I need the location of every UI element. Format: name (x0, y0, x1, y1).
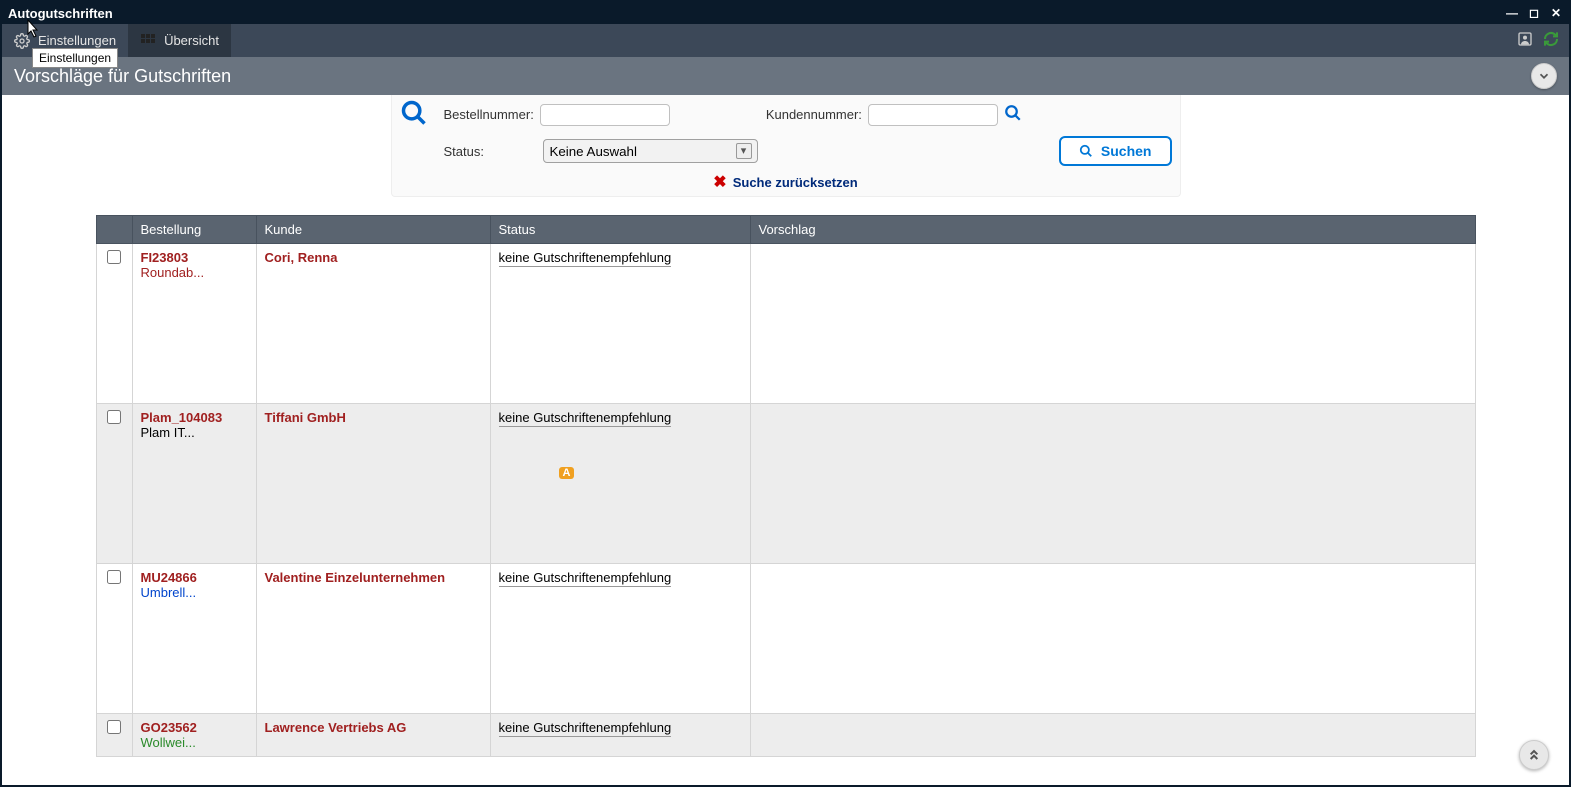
order-number-label: Bestellnummer: (444, 107, 534, 122)
order-number-input[interactable] (540, 104, 670, 126)
refresh-icon[interactable] (1543, 31, 1559, 50)
toolbar: Einstellungen Einstellungen Übersicht (2, 24, 1569, 57)
tab-settings-label: Einstellungen (38, 33, 116, 48)
results-table: Bestellung Kunde Status Vorschlag FI2380… (96, 215, 1476, 757)
proposal-cell (750, 564, 1475, 714)
customer-name[interactable]: Tiffani GmbH (265, 410, 346, 425)
tooltip-settings: Einstellungen (32, 48, 118, 68)
proposal-cell (750, 714, 1475, 757)
customer-number-label: Kundennummer: (766, 107, 862, 122)
order-id[interactable]: MU24866 (141, 570, 248, 585)
col-customer[interactable]: Kunde (256, 216, 490, 244)
page-subheader: Vorschläge für Gutschriften (2, 57, 1569, 95)
grid-icon (140, 33, 156, 49)
window-controls: — ◻ ✕ (1505, 6, 1563, 20)
status-badge: A (559, 467, 575, 479)
order-id[interactable]: Plam_104083 (141, 410, 248, 425)
order-id[interactable]: FI23803 (141, 250, 248, 265)
col-proposal[interactable]: Vorschlag (750, 216, 1475, 244)
row-checkbox[interactable] (107, 720, 121, 734)
gear-icon (14, 33, 30, 49)
reset-search-label: Suche zurücksetzen (733, 175, 858, 190)
minimize-button[interactable]: — (1505, 6, 1519, 20)
tab-overview[interactable]: Übersicht (128, 24, 231, 57)
status-text: keine Gutschriftenempfehlung (499, 250, 672, 267)
search-button-label: Suchen (1101, 143, 1152, 159)
customer-number-input[interactable] (868, 104, 998, 126)
user-icon[interactable] (1517, 31, 1533, 50)
window-title: Autogutschriften (8, 6, 113, 21)
row-checkbox[interactable] (107, 570, 121, 584)
customer-lookup-icon[interactable] (1004, 104, 1022, 125)
tab-overview-label: Übersicht (164, 33, 219, 48)
reset-search-link[interactable]: ✖ Suche zurücksetzen (400, 172, 1172, 192)
content-area: Bestellnummer: Kundennummer: Status: Kei… (2, 95, 1569, 785)
order-id[interactable]: GO23562 (141, 720, 248, 735)
title-bar: Autogutschriften — ◻ ✕ (2, 2, 1569, 24)
scroll-top-button[interactable] (1519, 740, 1549, 770)
order-subtext[interactable]: Wollwei... (141, 735, 248, 750)
search-button[interactable]: Suchen (1059, 136, 1172, 166)
col-order[interactable]: Bestellung (132, 216, 256, 244)
status-text: keine Gutschriftenempfehlung (499, 720, 672, 737)
customer-name[interactable]: Valentine Einzelunternehmen (265, 570, 446, 585)
order-subtext[interactable]: Roundab... (141, 265, 248, 280)
status-select[interactable]: Keine Auswahl (543, 139, 758, 163)
proposal-cell (750, 404, 1475, 564)
maximize-button[interactable]: ◻ (1527, 6, 1541, 20)
order-subtext[interactable]: Plam IT... (141, 425, 248, 440)
table-header-row: Bestellung Kunde Status Vorschlag (96, 216, 1475, 244)
status-text: keine Gutschriftenempfehlung (499, 410, 672, 427)
page-title: Vorschläge für Gutschriften (14, 66, 231, 87)
tab-settings[interactable]: Einstellungen Einstellungen (2, 24, 128, 57)
col-checkbox (96, 216, 132, 244)
col-status[interactable]: Status (490, 216, 750, 244)
close-button[interactable]: ✕ (1549, 6, 1563, 20)
status-text: keine Gutschriftenempfehlung (499, 570, 672, 587)
table-row[interactable]: GO23562Wollwei... Lawrence Vertriebs AG ke… (96, 714, 1475, 757)
search-icon (400, 99, 428, 130)
customer-name[interactable]: Lawrence Vertriebs AG (265, 720, 407, 735)
order-subtext[interactable]: Umbrell... (141, 585, 248, 600)
toolbar-right (1517, 24, 1569, 57)
table-row[interactable]: Plam_104083Plam IT... Tiffani GmbH keine G… (96, 404, 1475, 564)
status-label: Status: (444, 144, 537, 159)
collapse-button[interactable] (1531, 63, 1557, 89)
table-row[interactable]: FI23803Roundab... Cori, Renna keine Gutsch… (96, 244, 1475, 404)
customer-name[interactable]: Cori, Renna (265, 250, 338, 265)
table-row[interactable]: MU24866Umbrell... Valentine Einzelunterne… (96, 564, 1475, 714)
row-checkbox[interactable] (107, 250, 121, 264)
close-icon: ✖ (713, 172, 726, 192)
proposal-cell (750, 244, 1475, 404)
row-checkbox[interactable] (107, 410, 121, 424)
search-panel: Bestellnummer: Kundennummer: Status: Kei… (391, 95, 1181, 197)
